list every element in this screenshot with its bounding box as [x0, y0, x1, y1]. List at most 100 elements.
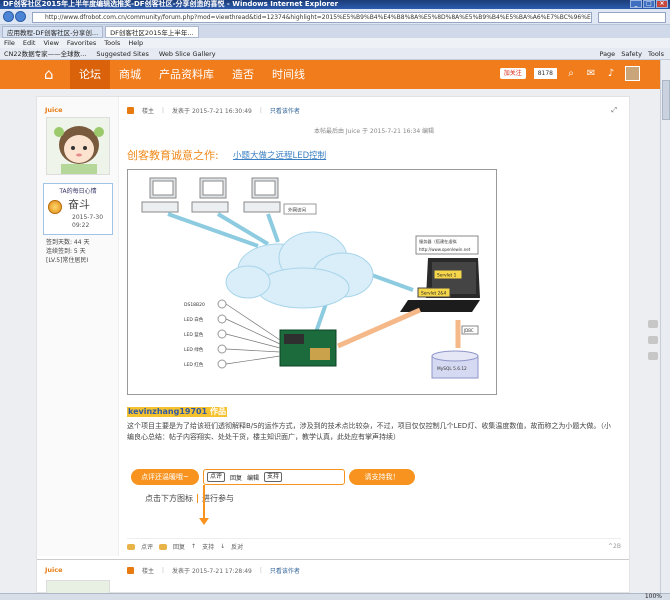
author-sidebar: Juice TA的每日心情 奋斗 2015-7-30 09:22 签到天数: 4…	[37, 97, 119, 556]
address-input[interactable]: http://www.dfrobot.com.cn/community/foru…	[32, 12, 592, 23]
stat-streak: 连续签到: 5 天	[46, 248, 86, 255]
only-author-link[interactable]: 只看该作者	[270, 106, 300, 115]
divider	[197, 494, 198, 503]
side-comment-icon[interactable]	[648, 320, 658, 328]
user-avatar[interactable]	[625, 66, 640, 81]
divider: |	[259, 567, 262, 574]
post2-only-author-link[interactable]: 只看该作者	[270, 566, 300, 575]
post-headline: 创客教育诚意之作:	[127, 149, 219, 162]
mood-datetime: 2015-7-30 09:22	[72, 214, 103, 230]
post-author-icon	[127, 107, 134, 114]
search-icon[interactable]: ⌕	[565, 68, 577, 79]
command-bar: Page Safety Tools	[599, 48, 670, 59]
site-nav-items: 论坛 商城 产品资料库 造否 时间线	[70, 60, 314, 89]
tab-2[interactable]: DF创客社区2015年上半年...	[105, 26, 199, 38]
message-icon[interactable]: ✉	[585, 68, 597, 79]
sensor-led-blue: LED 蓝色	[184, 331, 204, 338]
author-name[interactable]: Juice	[45, 106, 63, 114]
nav-timeline[interactable]: 时间线	[263, 60, 314, 89]
reply-icon	[159, 543, 168, 550]
computer-2	[191, 177, 229, 213]
post2-author-icon	[127, 567, 134, 574]
bell-icon[interactable]: ♪	[605, 68, 617, 79]
cloud-label: 外网访问	[288, 207, 306, 214]
tools-menu[interactable]: Tools	[648, 48, 664, 59]
scrollbar-thumb[interactable]	[662, 80, 670, 120]
side-top-icon[interactable]	[648, 352, 658, 360]
author-tag-suffix: 作品	[209, 407, 226, 416]
maximize-button[interactable]: □	[643, 0, 655, 8]
mood-title: TA的每日心情	[59, 188, 97, 195]
thumbs-down-icon: ↓	[220, 543, 226, 550]
author-tag: kevinzhang19701 作品	[127, 407, 227, 417]
guide-text-1: 点击下方图标	[145, 494, 193, 503]
client-computers	[141, 177, 281, 213]
safety-menu[interactable]: Safety	[621, 48, 642, 59]
search-input[interactable]	[598, 12, 666, 23]
close-button[interactable]: ×	[656, 0, 668, 8]
computer-1	[141, 177, 179, 213]
guide-button-strip: 点评 回复 编辑 支持	[203, 469, 345, 485]
server-title: 服务器（搭建在虚拟	[419, 238, 458, 245]
menu-favorites[interactable]: Favorites	[67, 38, 96, 48]
menu-tools[interactable]: Tools	[104, 38, 120, 48]
post2-author-name[interactable]: Juice	[45, 566, 63, 574]
post-2: Juice 楼主 | 发表于 2015-7-21 17:28:49 | 只看该作…	[37, 559, 629, 595]
sensor-led-white: LED 白色	[184, 316, 204, 323]
favorites-bar: CN22数据专家——全球数... Suggested Sites Web Sli…	[0, 48, 670, 60]
address-bar-row: http://www.dfrobot.com.cn/community/foru…	[0, 9, 670, 25]
author-avatar[interactable]	[46, 117, 110, 175]
support-action[interactable]: 支持	[202, 542, 214, 551]
minimize-button[interactable]: _	[630, 0, 642, 8]
menu-view[interactable]: View	[43, 38, 58, 48]
tab-bar: 应用教程-DF创客社区-分享创... DF创客社区2015年上半年...	[0, 25, 670, 38]
post-paragraph: 这个项目主要是为了给该班们透彻解释B/S的运作方式，涉及到的技术点比较杂，不过，…	[127, 422, 611, 441]
menu-file[interactable]: File	[4, 38, 15, 48]
back-to-top[interactable]: ^2B	[608, 543, 621, 550]
oppose-action[interactable]: 反对	[231, 542, 243, 551]
comment-action[interactable]: 点评	[141, 542, 153, 551]
post-time: 发表于 2015-7-21 16:30:49	[172, 108, 252, 115]
reply-action[interactable]: 回复	[173, 542, 185, 551]
forward-icon[interactable]	[15, 11, 26, 22]
sensor-port-2	[217, 314, 227, 324]
page-menu[interactable]: Page	[599, 48, 615, 59]
mood-date: 2015-7-30	[72, 214, 104, 221]
nav-product-library[interactable]: 产品资料库	[150, 60, 223, 89]
sensor-port-1	[217, 299, 227, 309]
author-tag-name[interactable]: kevinzhang19701	[128, 407, 207, 416]
edited-note: 本帖最后由 Juice 于 2015-7-21 16:34 编辑	[313, 128, 435, 135]
menu-help[interactable]: Help	[128, 38, 143, 48]
menu-edit[interactable]: Edit	[23, 38, 36, 48]
mood-word: 奋斗	[68, 198, 90, 211]
post-floor: 楼主	[142, 108, 155, 115]
post-headline-link[interactable]: 小题大做之远程LED控制	[233, 149, 326, 161]
site-navbar: ⌂ 论坛 商城 产品资料库 造否 时间线 加关注 8178 ⌕ ✉ ♪	[0, 60, 660, 89]
post-header: 楼主 | 发表于 2015-7-21 16:30:49 | 只看该作者	[127, 106, 300, 115]
home-icon[interactable]: ⌂	[44, 67, 54, 82]
window-title-bar: DF创客社区2015年上半年度编辑选推奖-DF创客社区-分享创造的喜悦 - Wi…	[0, 0, 670, 9]
side-share-icon[interactable]	[648, 336, 658, 344]
follow-button[interactable]: 加关注	[499, 68, 526, 79]
participation-guide: 点评还温暖哦~ 点评 回复 编辑 支持 请支持我！ 点击下方图标 进行参与	[131, 465, 421, 525]
thread-page: Juice TA的每日心情 奋斗 2015-7-30 09:22 签到天数: 4…	[36, 96, 630, 595]
nav-shop[interactable]: 商城	[110, 60, 150, 89]
arduino-board	[279, 329, 337, 367]
diagram-svg: 外网访问 服务器（搭建在虚拟 http://www.openlewin.net …	[141, 177, 480, 379]
servlet1-label: Servlet 1	[437, 273, 457, 279]
fav-item-1[interactable]: CN22数据专家——全球数...	[4, 48, 86, 59]
nav-zaofou[interactable]: 造否	[223, 60, 263, 89]
tab-1[interactable]: 应用教程-DF创客社区-分享创...	[2, 26, 104, 38]
mood-time: 09:22	[72, 222, 90, 229]
share-icon[interactable]: ⤢	[611, 106, 617, 115]
vertical-scrollbar[interactable]	[660, 60, 670, 593]
laptop	[400, 258, 480, 312]
nav-forum[interactable]: 论坛	[70, 60, 110, 89]
fav-item-2[interactable]: Suggested Sites	[96, 48, 149, 59]
zoom-level[interactable]: 100%	[645, 594, 662, 600]
back-icon[interactable]	[3, 11, 14, 22]
guide-left-bubble: 点评还温暖哦~	[131, 469, 199, 485]
avatar-illustration	[47, 118, 109, 174]
fav-item-3[interactable]: Web Slice Gallery	[159, 48, 216, 59]
guide-comment-button: 点评	[207, 472, 226, 482]
